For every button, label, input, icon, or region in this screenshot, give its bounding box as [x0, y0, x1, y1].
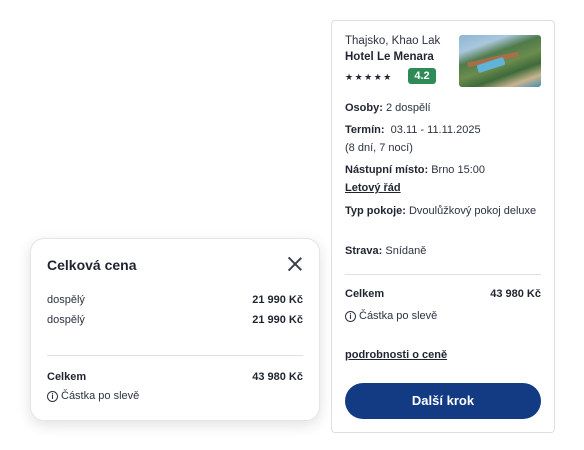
room-type-label: Typ pokoje: — [345, 205, 406, 217]
info-icon: i — [345, 310, 356, 322]
persons-label: Osoby: — [345, 102, 383, 114]
price-details-row: podrobnosti o ceně — [345, 347, 541, 363]
popup-total-row: Celkem 43 980 Kč — [47, 371, 303, 383]
term-row: Termín: 03.11 - 11.11.2025 — [345, 122, 541, 138]
booking-summary-card: Thajsko, Khao Lak Hotel Le Menara ★★★★★ … — [331, 20, 555, 433]
hotel-header: Thajsko, Khao Lak Hotel Le Menara ★★★★★ … — [345, 34, 541, 94]
popup-total-amount: 43 980 Kč — [252, 371, 303, 383]
board-label: Strava: — [345, 245, 383, 257]
persons-row: Osoby: 2 dospělí — [345, 100, 541, 116]
price-details-link[interactable]: podrobnosti o ceně — [345, 349, 447, 361]
price-row-label: dospělý — [47, 294, 85, 306]
flight-schedule-link[interactable]: Letový řád — [345, 182, 401, 194]
board-value: Snídaně — [385, 245, 427, 257]
info-icon: i — [47, 390, 58, 402]
total-label: Celkem — [345, 288, 385, 300]
close-icon[interactable] — [287, 256, 303, 272]
total-amount: 43 980 Kč — [490, 288, 541, 300]
discount-note-text: Částka po slevě — [359, 310, 438, 322]
popup-total-label: Celkem — [47, 371, 87, 383]
departure-row: Nástupní místo: Brno 15:00 — [345, 162, 541, 178]
board-row: Strava: Snídaně — [345, 243, 541, 259]
hotel-location: Thajsko, Khao Lak — [345, 35, 441, 47]
persons-value: 2 dospělí — [385, 102, 431, 114]
popup-discount-note-text: Částka po slevě — [61, 390, 140, 402]
term-duration: (8 dní, 7 nocí) — [345, 142, 413, 154]
popup-title: Celková cena — [47, 257, 137, 273]
hotel-photo[interactable] — [459, 35, 541, 87]
price-row-label: dospělý — [47, 314, 85, 326]
room-type-value: Dvoulůžkový pokoj deluxe — [408, 205, 537, 217]
flight-schedule-row: Letový řád — [345, 180, 541, 196]
total-row: Celkem 43 980 Kč — [345, 288, 541, 300]
price-row: dospělý 21 990 Kč — [47, 294, 303, 306]
price-breakdown-popup: Celková cena dospělý 21 990 Kč dospělý 2… — [30, 238, 320, 421]
room-type-row: Typ pokoje: Dvoulůžkový pokoj deluxe — [345, 203, 541, 219]
hotel-name[interactable]: Hotel Le Menara — [345, 51, 434, 63]
star-rating-icons: ★★★★★ — [345, 72, 393, 82]
term-value: 03.11 - 11.11.2025 — [390, 124, 481, 136]
departure-value: Brno 15:00 — [431, 164, 486, 176]
term-label: Termín: — [345, 124, 385, 136]
popup-discount-note: i Částka po slevě — [47, 390, 139, 402]
price-row-amount: 21 990 Kč — [252, 314, 303, 326]
price-row: dospělý 21 990 Kč — [47, 314, 303, 326]
price-row-amount: 21 990 Kč — [252, 294, 303, 306]
next-step-button[interactable]: Další krok — [345, 383, 541, 419]
popup-divider — [47, 355, 303, 356]
departure-label: Nástupní místo: — [345, 164, 429, 176]
divider — [345, 274, 541, 275]
discount-note: i Částka po slevě — [345, 310, 437, 322]
rating-badge: 4.2 — [408, 68, 436, 84]
